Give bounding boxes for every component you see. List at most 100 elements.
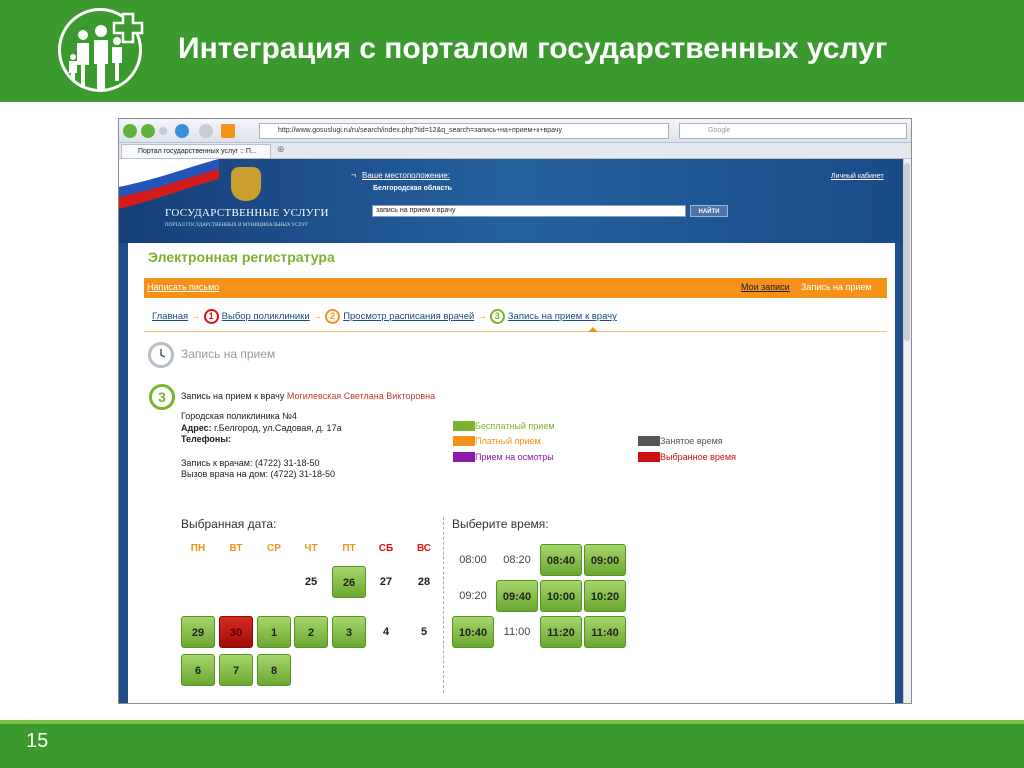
reload-icon[interactable] [175, 124, 189, 138]
time-slot[interactable]: 09:00 [584, 544, 626, 576]
breadcrumb: Главная → 1 Выбор поликлиники → 2 Просмотр рас… [152, 309, 617, 324]
weekday-fri: ПТ [342, 543, 356, 554]
legend-swatch-paid [453, 436, 475, 446]
time-slot: 09:20 [459, 590, 487, 602]
back-icon[interactable] [123, 124, 137, 138]
breadcrumb-divider [144, 331, 887, 332]
slide-title: Интеграция с порталом государственных ус… [178, 32, 888, 65]
cabinet-link[interactable]: Личный кабинет [831, 173, 884, 180]
legend-checkup: Прием на осмотры [475, 452, 554, 462]
calendar-divider [443, 517, 444, 693]
doctor-prefix: Запись на прием к врачу [181, 391, 285, 401]
calendar-day[interactable]: 1 [257, 616, 291, 648]
legend-selected: Выбранное время [660, 452, 736, 462]
coat-of-arms-icon [231, 167, 261, 201]
russian-flag-icon [119, 159, 219, 209]
new-tab-icon[interactable]: ⊕ [277, 144, 285, 155]
calendar-day: 28 [417, 576, 431, 588]
address-value: г.Белгород, ул.Садовая, д. 17а [214, 422, 342, 433]
medical-cross-icon [112, 12, 144, 44]
breadcrumb-home[interactable]: Главная [152, 311, 188, 322]
portal-search-input[interactable]: запись на прием к врачу [372, 205, 686, 217]
browser-tab[interactable]: Портал государственных услуг :: П... [121, 144, 271, 158]
address-bar[interactable]: http://www.gosuslugi.ru/ru/search/index.… [259, 123, 669, 139]
address-label: Адрес: [181, 422, 212, 433]
clinic-info: Городская поликлиника №4 Адрес: г.Белгор… [181, 411, 342, 481]
slide-number: 15 [26, 730, 49, 752]
slide-footer [0, 720, 1024, 768]
search-engine-box[interactable]: Google [679, 123, 907, 139]
phone-doctors: Запись к врачам: (4722) 31-18-50 [181, 457, 320, 468]
weekday-mon: ПН [190, 543, 206, 554]
stop-icon[interactable] [199, 124, 213, 138]
time-slot[interactable]: 08:40 [540, 544, 582, 576]
appointment-heading: Запись на прием [181, 347, 276, 361]
calendar-day: 25 [304, 576, 318, 588]
phones-label: Телефоны: [181, 434, 232, 444]
selected-date-label: Выбранная дата: [181, 517, 277, 531]
time-slot[interactable]: 10:00 [540, 580, 582, 612]
calendar-day: 4 [382, 626, 390, 638]
browser-toolbar: http://www.gosuslugi.ru/ru/search/index.… [119, 119, 911, 143]
legend-busy: Занятое время [660, 436, 723, 446]
calendar-day[interactable]: 29 [181, 616, 215, 648]
forward-icon[interactable] [141, 124, 155, 138]
time-slot[interactable]: 10:40 [452, 616, 494, 648]
calendar-day[interactable]: 26 [332, 566, 366, 598]
time-slot[interactable]: 11:20 [540, 616, 582, 648]
select-time-label: Выберите время: [452, 517, 549, 531]
calendar-day[interactable]: 3 [332, 616, 366, 648]
time-slot: 11:00 [503, 626, 531, 638]
tab-bar: Портал государственных услуг :: П... ⊕ [119, 143, 911, 159]
time-slot: 08:20 [503, 554, 531, 566]
portal-title: ГОСУДАРСТВЕННЫЕ УСЛУГИ [165, 207, 329, 219]
legend-swatch-free [453, 421, 475, 431]
weekday-sat: СБ [378, 543, 394, 554]
time-slot[interactable]: 09:40 [496, 580, 538, 612]
breadcrumb-step2[interactable]: Просмотр расписания врачей [343, 311, 474, 322]
portal-header: ГОСУДАРСТВЕННЫЕ УСЛУГИ ПОРТАЛ ГОСУДАРСТВ… [119, 159, 903, 243]
time-slot[interactable]: 10:20 [584, 580, 626, 612]
registry-content: Электронная регистратура Написать письмо… [128, 243, 895, 703]
slide-header: Интеграция с порталом государственных ус… [0, 0, 1024, 102]
step-3-icon: 3 [149, 384, 175, 410]
doctor-name: Могилевская Светлана Викторовна [286, 391, 436, 401]
weekday-sun: ВС [416, 543, 432, 554]
registry-menu-bar: Написать письмо Мои записи Запись на при… [144, 278, 887, 298]
calendar-day[interactable]: 8 [257, 654, 291, 686]
calendar-day[interactable]: 2 [294, 616, 328, 648]
step-1-badge: 1 [203, 309, 219, 324]
legend-paid: Платный прием [475, 436, 541, 446]
phone-home: Вызов врача на дом: (4722) 31-18-50 [181, 469, 336, 479]
location-link[interactable]: Ваше местоположение: [362, 171, 450, 180]
write-letter-link[interactable]: Написать письмо [147, 282, 219, 292]
time-slot[interactable]: 11:40 [584, 616, 626, 648]
breadcrumb-step1[interactable]: Выбор поликлиники [222, 311, 310, 322]
weekday-thu: ЧТ [304, 543, 318, 554]
portal-subtitle: ПОРТАЛ ГОСУДАРСТВЕННЫХ И МУНИЦИПАЛЬНЫХ У… [165, 223, 309, 228]
calendar-day-selected[interactable]: 30 [219, 616, 253, 648]
clinic-name: Городская поликлиника №4 [181, 411, 297, 421]
browser-window: http://www.gosuslugi.ru/ru/search/index.… [118, 118, 912, 704]
history-icon[interactable] [159, 127, 167, 135]
calendar-day: 27 [379, 576, 393, 588]
calendar-day[interactable]: 7 [219, 654, 253, 686]
step-2-badge: 2 [325, 309, 341, 324]
weekday-tue: ВТ [229, 543, 243, 554]
time-slot: 08:00 [459, 554, 487, 566]
record-link[interactable]: Запись на прием [801, 282, 872, 292]
calendar-day[interactable]: 6 [181, 654, 215, 686]
my-records-link[interactable]: Мои записи [741, 282, 790, 292]
location-arrow-icon: ¬ [351, 170, 357, 180]
doctor-line: Запись на прием к врачу Могилевская Свет… [181, 391, 435, 401]
registry-title: Электронная регистратура [148, 249, 335, 265]
breadcrumb-pointer-icon [588, 327, 598, 332]
calendar-day: 5 [420, 626, 428, 638]
step-3-badge: 3 [489, 309, 505, 324]
home-icon[interactable] [221, 124, 235, 138]
scrollbar-thumb[interactable] [904, 163, 910, 341]
legend-free: Бесплатный прием [475, 421, 555, 431]
search-button[interactable]: НАЙТИ [690, 205, 728, 217]
breadcrumb-step3[interactable]: Запись на прием к врачу [508, 311, 617, 322]
weekday-wed: СР [267, 543, 281, 554]
